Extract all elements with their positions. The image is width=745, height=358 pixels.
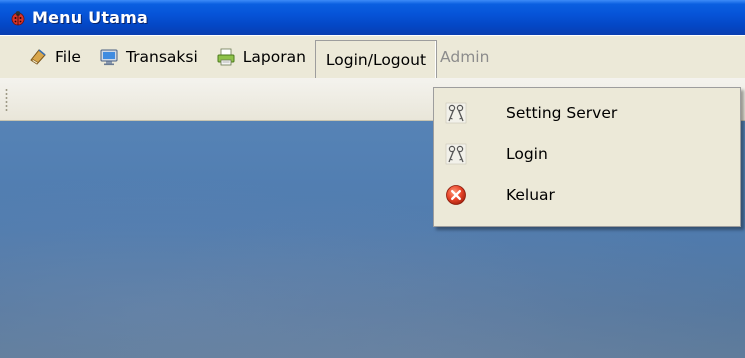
login-label: Login: [506, 144, 548, 163]
toolbar-grip-handle[interactable]: [5, 88, 8, 112]
keys-icon: [445, 102, 467, 123]
menu-file[interactable]: File: [20, 40, 90, 74]
main-window: Menu Utama File Transaksi Laporan Login/…: [0, 0, 745, 358]
current-user-label: Admin: [437, 40, 498, 74]
title-bar[interactable]: Menu Utama: [0, 0, 745, 35]
login-logout-dropdown: Setting Server Login Keluar: [433, 87, 741, 227]
menu-login-logout-label: Login/Logout: [325, 51, 427, 69]
menu-laporan-label: Laporan: [242, 48, 306, 66]
book-icon: [30, 49, 46, 65]
menu-transaksi[interactable]: Transaksi: [90, 40, 207, 74]
ladybug-app-icon: [11, 10, 25, 25]
menu-bar: File Transaksi Laporan Login/Logout Admi…: [0, 35, 745, 79]
menu-file-label: File: [55, 48, 81, 66]
setting-server-label: Setting Server: [506, 103, 618, 122]
menu-item-keluar[interactable]: Keluar: [434, 174, 740, 215]
admin-label: Admin: [440, 48, 490, 66]
window-title: Menu Utama: [32, 8, 149, 27]
close-icon: [446, 184, 466, 205]
menu-item-login[interactable]: Login: [434, 133, 740, 174]
menu-login-logout[interactable]: Login/Logout: [314, 40, 438, 79]
keys-icon: [445, 143, 467, 164]
menu-transaksi-label: Transaksi: [125, 48, 198, 66]
menu-item-setting-server[interactable]: Setting Server: [434, 92, 740, 133]
printer-icon: [217, 48, 235, 66]
monitor-icon: [100, 49, 118, 66]
keluar-label: Keluar: [506, 185, 555, 204]
menu-laporan[interactable]: Laporan: [207, 40, 315, 74]
